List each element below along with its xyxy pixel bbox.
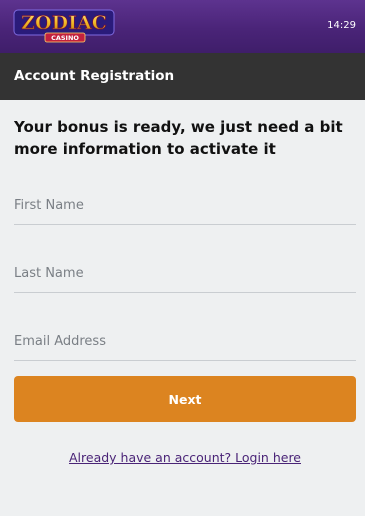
login-link[interactable]: Already have an account? Login here (0, 450, 365, 465)
title-bar: Account Registration (0, 53, 365, 100)
email-field-container (14, 324, 356, 361)
last-name-input[interactable] (14, 256, 356, 290)
last-name-field-container (14, 256, 356, 293)
logo-subtitle: CASINO (51, 34, 79, 42)
zodiac-casino-logo[interactable]: ZODIAC CASINO (13, 8, 115, 44)
email-input[interactable] (14, 324, 356, 358)
first-name-field-container (14, 188, 356, 225)
next-button[interactable]: Next (14, 376, 356, 422)
top-header-bar: ZODIAC CASINO 14:29 (0, 0, 365, 53)
logo-wordmark: ZODIAC (21, 12, 107, 34)
status-time: 14:29 (327, 20, 356, 31)
first-name-input[interactable] (14, 188, 356, 222)
page-title: Account Registration (14, 68, 175, 84)
bonus-heading: Your bonus is ready, we just need a bit … (14, 118, 343, 158)
